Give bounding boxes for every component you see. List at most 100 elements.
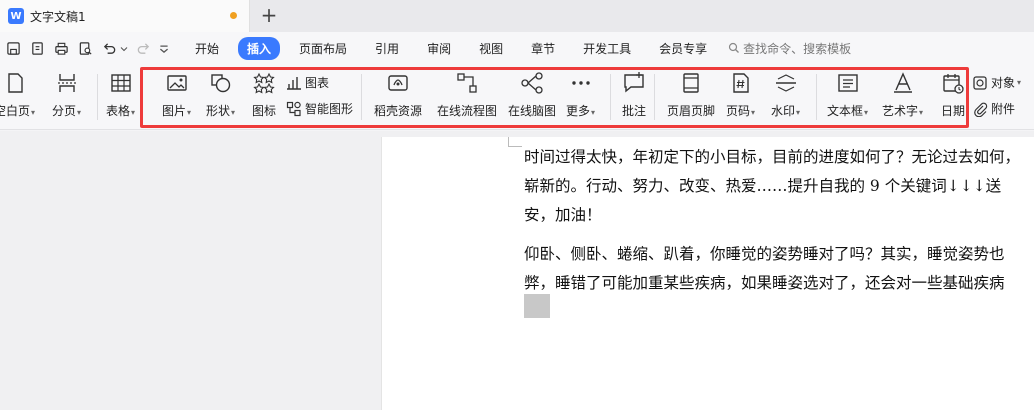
online-mindmap-icon — [519, 70, 545, 96]
picture-button[interactable]: 图片▾ — [162, 70, 191, 119]
text-box-label: 文本框 — [827, 104, 864, 118]
export-pdf-icon[interactable] — [28, 39, 46, 57]
tab-insert[interactable]: 插入 — [238, 36, 281, 60]
blank-page-icon — [2, 70, 28, 96]
docer-resources-label: 稻壳资源 — [374, 104, 423, 118]
icon-library-button[interactable]: 图标 — [251, 70, 277, 119]
header-footer-icon — [678, 70, 704, 96]
paragraph-line[interactable]: 时间过得太快，年初定下的小目标，目前的进度如何了？无论过去如何， — [524, 143, 1034, 172]
new-tab-button[interactable]: + — [258, 3, 280, 27]
object-button[interactable]: 对象 ▾ — [972, 74, 1021, 91]
paragraph-line[interactable]: 仰卧、侧卧、蜷缩、趴着，你睡觉的姿势睡对了吗？其实，睡觉姿势也 — [524, 240, 1034, 269]
menu-bar: 开始 插入 页面布局 引用 审阅 视图 章节 开发工具 会员专享 查找命令、搜索… — [0, 32, 1034, 64]
page-number-button[interactable]: 页码▾ — [726, 70, 755, 119]
chevron-down-icon: ▾ — [864, 108, 869, 117]
divider — [361, 74, 362, 120]
chart-button[interactable]: 图表 — [286, 74, 329, 91]
tab-section[interactable]: 章节 — [522, 37, 564, 60]
comment-button[interactable]: 批注 — [621, 70, 647, 119]
header-footer-label: 页眉页脚 — [667, 104, 716, 118]
print-preview-icon[interactable] — [76, 39, 94, 57]
table-label: 表格 — [106, 104, 131, 118]
tab-references[interactable]: 引用 — [366, 37, 408, 60]
divider — [610, 74, 611, 120]
date-button[interactable]: 日期 — [940, 70, 966, 119]
watermark-label: 水印 — [771, 104, 796, 118]
docer-resources-icon — [385, 70, 411, 96]
table-button[interactable]: 表格▾ — [106, 70, 135, 119]
more-icon — [568, 70, 594, 96]
menu-tabs: 开始 插入 页面布局 引用 审阅 视图 章节 开发工具 会员专享 — [186, 36, 726, 60]
undo-dropdown-icon[interactable] — [120, 39, 128, 57]
shape-button[interactable]: 形状▾ — [206, 70, 235, 119]
print-icon[interactable] — [52, 39, 70, 57]
title-bar: W 文字文稿1 + — [0, 0, 1034, 32]
page-break-button[interactable]: 分页▾ — [52, 70, 81, 119]
tab-developer[interactable]: 开发工具 — [574, 37, 640, 60]
paragraph-line[interactable]: 崭新的。行动、努力、改变、热爱……提升自我的 9 个关键词↓↓↓送 — [524, 172, 1034, 201]
online-flowchart-icon — [454, 70, 480, 96]
comment-label: 批注 — [621, 104, 646, 118]
search-icon — [729, 42, 740, 53]
more-button[interactable]: 更多▾ — [566, 70, 595, 119]
chevron-down-icon: ▾ — [751, 108, 756, 117]
header-footer-button[interactable]: 页眉页脚 — [667, 70, 715, 119]
docer-resources-button[interactable]: 稻壳资源 — [374, 70, 422, 119]
smart-art-label: 智能图形 — [305, 102, 354, 116]
tab-review[interactable]: 审阅 — [418, 37, 460, 60]
divider — [97, 74, 98, 120]
comment-icon — [621, 70, 647, 96]
blank-page-label: 空白页 — [0, 104, 31, 118]
icon-library-icon — [251, 70, 277, 96]
word-art-button[interactable]: 艺术字▾ — [882, 70, 923, 119]
writer-logo-icon: W — [8, 8, 24, 24]
chevron-down-icon: ▾ — [796, 108, 801, 117]
object-label: 对象 — [991, 76, 1016, 90]
watermark-button[interactable]: 水印▾ — [771, 70, 800, 119]
divider — [816, 74, 817, 120]
shape-label: 形状 — [206, 104, 231, 118]
undo-icon[interactable] — [100, 39, 118, 57]
save-icon[interactable] — [4, 39, 22, 57]
chevron-down-icon: ▾ — [187, 108, 192, 117]
attachment-button[interactable]: 附件 — [972, 100, 1015, 117]
document-tab[interactable]: W 文字文稿1 — [0, 0, 250, 32]
smart-art-button[interactable]: 智能图形 — [286, 100, 353, 117]
text-cursor-selection — [524, 294, 550, 318]
paragraph-line[interactable]: 弊，睡错了可能加重某些疾病，如果睡姿选对了，还会对一些基础疾病 — [524, 269, 1034, 298]
tab-view[interactable]: 视图 — [470, 37, 512, 60]
tab-page-layout[interactable]: 页面布局 — [290, 37, 356, 60]
object-icon — [973, 75, 987, 90]
smart-art-icon — [286, 101, 301, 116]
chevron-down-icon: ▾ — [1017, 78, 1022, 87]
tab-member[interactable]: 会员专享 — [650, 37, 716, 60]
online-flowchart-button[interactable]: 在线流程图 — [437, 70, 497, 119]
picture-label: 图片 — [162, 104, 187, 118]
page-number-icon — [728, 70, 754, 96]
online-mindmap-button[interactable]: 在线脑图 — [508, 70, 556, 119]
blank-page-button[interactable]: 空白页▾ — [0, 70, 35, 119]
tab-home[interactable]: 开始 — [186, 37, 228, 60]
chevron-down-icon: ▾ — [231, 108, 236, 117]
unsaved-indicator-icon — [230, 12, 237, 19]
chevron-down-icon: ▾ — [31, 108, 36, 117]
shape-icon — [208, 70, 234, 96]
date-label: 日期 — [940, 104, 965, 118]
watermark-icon — [773, 70, 799, 96]
command-search[interactable]: 查找命令、搜索模板 — [728, 40, 851, 57]
table-icon — [108, 70, 134, 96]
paragraph-line[interactable]: 安，加油！ — [524, 201, 1034, 230]
chevron-down-icon: ▾ — [131, 108, 136, 117]
chart-label: 图表 — [305, 76, 330, 90]
text-box-button[interactable]: 文本框▾ — [827, 70, 868, 119]
page-break-label: 分页 — [52, 104, 77, 118]
chevron-down-icon: ▾ — [919, 108, 924, 117]
word-art-icon — [890, 70, 916, 96]
customize-toolbar-icon[interactable] — [158, 39, 170, 57]
attachment-label: 附件 — [991, 102, 1016, 116]
redo-icon[interactable] — [134, 39, 152, 57]
word-art-label: 艺术字 — [882, 104, 919, 118]
divider — [654, 74, 655, 120]
more-label: 更多 — [566, 104, 591, 118]
page-number-label: 页码 — [726, 104, 751, 118]
